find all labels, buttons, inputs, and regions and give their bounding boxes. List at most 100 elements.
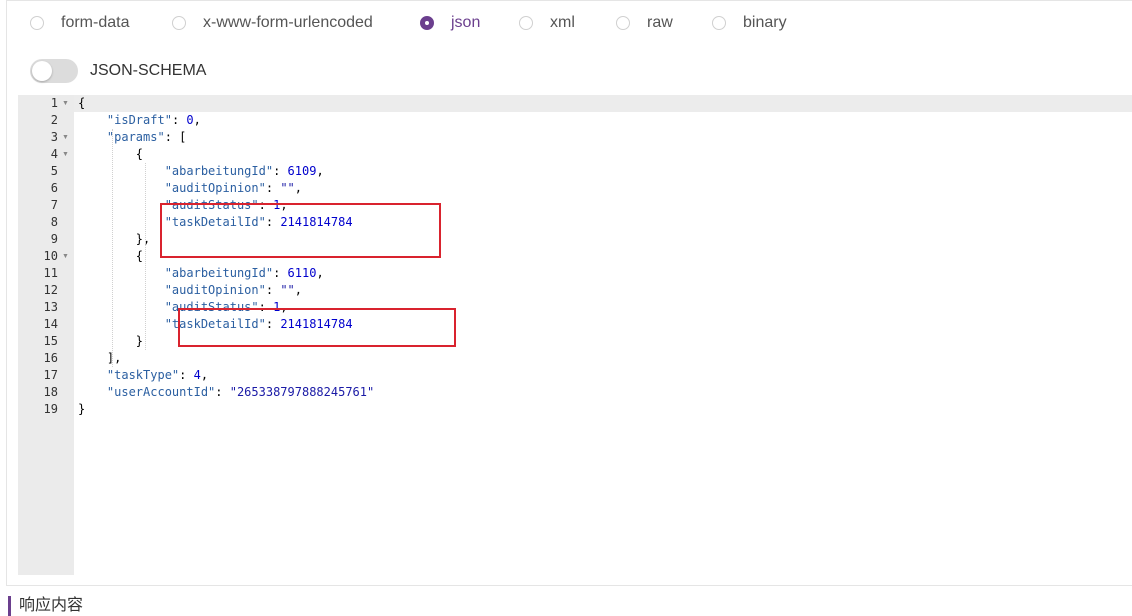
line-number: 4	[50, 147, 58, 161]
radio-binary[interactable]: binary	[712, 14, 832, 32]
code-line: "taskDetailId": 2141814784	[78, 214, 1132, 231]
radio-label: form-data	[61, 14, 130, 31]
radio-form-data[interactable]: form-data	[30, 14, 172, 32]
line-number: 7	[50, 198, 58, 212]
json-schema-row: JSON-SCHEMA	[30, 59, 206, 83]
radio-circle-icon[interactable]	[420, 16, 434, 30]
body-type-radio-group: form-data x-www-form-urlencoded json xml raw…	[30, 12, 832, 34]
json-punctuation: }	[78, 334, 144, 348]
line-number: 17	[43, 368, 58, 382]
json-punctuation	[78, 266, 165, 280]
json-punctuation: ,	[280, 300, 288, 314]
json-punctuation: :	[179, 368, 194, 382]
json-punctuation: ,	[316, 164, 324, 178]
code-line: "isDraft": 0,	[78, 112, 1132, 129]
json-key: "auditOpinion"	[164, 283, 266, 297]
line-number: 18	[43, 385, 58, 399]
json-punctuation: {	[78, 249, 144, 263]
json-punctuation	[78, 317, 165, 331]
json-key: "isDraft"	[106, 113, 172, 127]
code-line: "params": [	[78, 129, 1132, 146]
code-line: "auditStatus": 1,	[78, 197, 1132, 214]
json-punctuation: {	[78, 96, 86, 110]
code-line: },	[78, 231, 1132, 248]
radio-circle-icon[interactable]	[616, 16, 630, 30]
line-number: 9	[50, 232, 58, 246]
json-punctuation: ,	[200, 368, 209, 382]
radio-circle-icon[interactable]	[30, 16, 44, 30]
json-punctuation: :	[258, 198, 274, 212]
json-punctuation: :	[171, 113, 187, 127]
json-punctuation: },	[78, 232, 151, 246]
code-line: "auditOpinion": "",	[78, 282, 1132, 299]
json-punctuation: :	[273, 164, 288, 178]
json-value: "265338797888245761"	[229, 385, 375, 399]
json-punctuation	[78, 283, 165, 297]
line-number-gutter: 1 ▼ 2 3 ▼ 4 ▼ 5 6 7 8 9 10 ▼ 11 12 13 14 15 16 17 18 19	[18, 95, 74, 575]
line-number: 1	[50, 96, 58, 110]
json-punctuation: :	[215, 385, 230, 399]
radio-xml[interactable]: xml	[519, 14, 616, 32]
radio-circle-icon[interactable]	[519, 16, 533, 30]
code-line: "auditOpinion": "",	[78, 180, 1132, 197]
json-schema-toggle[interactable]	[30, 59, 78, 83]
json-punctuation: :	[258, 300, 274, 314]
json-punctuation	[78, 113, 107, 127]
json-key: "params"	[106, 130, 165, 144]
code-content[interactable]: { "isDraft": 0, "params": [ { "abarbeitu…	[78, 95, 1132, 418]
radio-label: xml	[550, 14, 575, 31]
line-number: 8	[50, 215, 58, 229]
radio-x-www-form-urlencoded[interactable]: x-www-form-urlencoded	[172, 14, 420, 32]
line-number: 3	[50, 130, 58, 144]
json-value: 6109	[287, 164, 317, 178]
code-line: {	[78, 146, 1132, 163]
radio-circle-icon[interactable]	[712, 16, 726, 30]
json-key: "userAccountId"	[106, 385, 216, 399]
fold-arrow-icon[interactable]: ▼	[62, 129, 70, 146]
json-key: "abarbeitungId"	[164, 266, 274, 280]
json-punctuation	[78, 300, 165, 314]
line-number: 12	[43, 283, 58, 297]
json-schema-label: JSON-SCHEMA	[90, 62, 207, 79]
code-line: {	[78, 95, 1132, 112]
json-punctuation: ,	[316, 266, 324, 280]
json-key: "abarbeitungId"	[164, 164, 274, 178]
line-number: 2	[50, 113, 58, 127]
radio-json[interactable]: json	[420, 14, 519, 32]
fold-arrow-icon[interactable]: ▼	[62, 248, 70, 265]
line-number: 13	[43, 300, 58, 314]
fold-arrow-icon[interactable]: ▼	[62, 146, 70, 163]
json-punctuation	[78, 385, 107, 399]
json-punctuation: ,	[280, 198, 288, 212]
fold-arrow-icon[interactable]: ▼	[62, 95, 70, 112]
code-line: "taskType": 4,	[78, 367, 1132, 384]
json-punctuation: ,	[294, 181, 302, 195]
radio-label: json	[451, 14, 481, 31]
response-section-title: 响应内容	[8, 596, 83, 616]
json-value: ""	[280, 283, 295, 297]
json-punctuation	[78, 130, 107, 144]
line-number: 10	[43, 249, 58, 263]
json-punctuation: }	[78, 402, 86, 416]
code-line: {	[78, 248, 1132, 265]
json-punctuation: ,	[294, 283, 302, 297]
json-key: "auditOpinion"	[164, 181, 266, 195]
code-line: "taskDetailId": 2141814784	[78, 316, 1132, 333]
indent-guide	[112, 129, 113, 367]
radio-label: x-www-form-urlencoded	[203, 14, 373, 31]
json-punctuation: {	[78, 147, 144, 161]
radio-raw[interactable]: raw	[616, 14, 712, 32]
code-line: "userAccountId": "265338797888245761"	[78, 384, 1132, 401]
radio-circle-icon[interactable]	[172, 16, 186, 30]
code-line: "abarbeitungId": 6110,	[78, 265, 1132, 282]
json-punctuation	[78, 368, 107, 382]
json-punctuation	[78, 198, 165, 212]
json-key: "taskType"	[106, 368, 180, 382]
json-punctuation: :	[273, 266, 288, 280]
json-value: 6110	[287, 266, 317, 280]
json-code-editor[interactable]: 1 ▼ 2 3 ▼ 4 ▼ 5 6 7 8 9 10 ▼ 11 12 13 14 15 16 17 18 19 { "isD…	[18, 95, 1132, 575]
code-line: }	[78, 333, 1132, 350]
json-value: 2141814784	[280, 215, 353, 229]
json-punctuation	[78, 215, 165, 229]
line-number: 5	[50, 164, 58, 178]
